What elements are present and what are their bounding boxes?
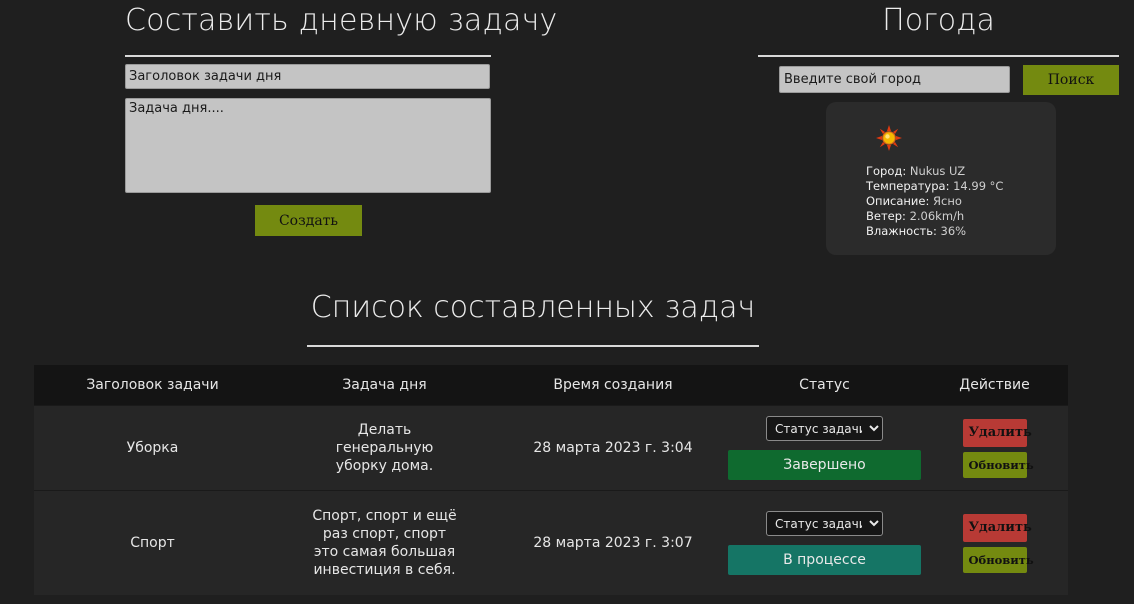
update-button[interactable]: Обновить (962, 546, 1034, 573)
page: Составить дневную задачу Создать Погода … (0, 0, 1134, 604)
weather-city-label: Город: (866, 164, 907, 178)
task-created-cell: 28 марта 2023 г. 3:04 (498, 405, 728, 491)
task-actions-cell: Удалить Обновить (921, 490, 1068, 595)
weather-card: Город: Nukus UZ Температура: 14.99 °C Оп… (826, 102, 1056, 255)
weather-temperature-label: Температура: (866, 179, 950, 193)
column-header-title: Заголовок задачи (34, 365, 271, 406)
table-row: Уборка Делать генеральную уборку дома. 2… (34, 405, 1068, 491)
delete-button[interactable]: Удалить (962, 513, 1032, 542)
task-body-input[interactable] (125, 98, 491, 193)
weather-wind-row: Ветер: 2.06km/h (866, 209, 1003, 224)
task-created-cell: 28 марта 2023 г. 3:07 (498, 490, 728, 595)
status-badge: В процессе (728, 545, 921, 575)
table-row: Спорт Спорт, спорт и ещё раз спорт, спор… (34, 490, 1068, 595)
weather-temperature-row: Температура: 14.99 °C (866, 179, 1003, 194)
weather-city-value: Nukus UZ (909, 164, 966, 178)
column-header-body: Задача дня (271, 365, 498, 406)
delete-button[interactable]: Удалить (962, 418, 1032, 447)
status-select[interactable]: Статус задачи (766, 416, 883, 441)
weather-info: Город: Nukus UZ Температура: 14.99 °C Оп… (866, 164, 1003, 239)
status-select[interactable]: Статус задачи (766, 511, 883, 536)
task-body-text: Спорт, спорт и ещё раз спорт, спорт это … (312, 508, 457, 578)
task-title-cell: Уборка (34, 405, 271, 491)
weather-description-value: Ясно (933, 194, 962, 208)
task-title-cell: Спорт (34, 490, 271, 595)
weather-humidity-value: 36% (940, 224, 967, 238)
task-title-input[interactable] (125, 64, 490, 89)
weather-description-row: Описание: Ясно (866, 194, 1003, 209)
task-list-title: Список составленных задач (310, 290, 756, 325)
task-status-cell: Статус задачи В процессе (728, 490, 921, 595)
weather-city-row: Город: Nukus UZ (866, 164, 1003, 179)
weather-divider (758, 55, 1119, 57)
task-body-cell: Делать генеральную уборку дома. (271, 405, 498, 491)
column-header-status: Статус (728, 365, 921, 406)
task-list-divider (307, 345, 759, 347)
weather-temperature-value: 14.99 °C (953, 179, 1004, 193)
task-status-cell: Статус задачи Завершено (728, 405, 921, 491)
weather-wind-label: Ветер: (866, 209, 906, 223)
create-task-section: Составить дневную задачу Создать (125, 0, 558, 236)
create-button[interactable]: Создать (255, 205, 362, 236)
city-input[interactable] (779, 66, 1010, 93)
table-header-row: Заголовок задачи Задача дня Время создан… (34, 365, 1068, 406)
weather-title: Погода (882, 3, 995, 38)
task-table: Заголовок задачи Задача дня Время создан… (34, 365, 1068, 595)
create-task-title: Составить дневную задачу (125, 3, 558, 38)
search-button[interactable]: Поиск (1023, 65, 1119, 95)
weather-description-label: Описание: (866, 194, 930, 208)
update-button[interactable]: Обновить (962, 451, 1034, 478)
weather-humidity-row: Влажность: 36% (866, 224, 1003, 239)
task-body-text: Делать генеральную уборку дома. (335, 422, 434, 474)
column-header-actions: Действие (921, 365, 1068, 406)
create-task-divider (125, 55, 491, 57)
status-badge: Завершено (728, 450, 921, 480)
weather-section: Погода Поиск Гор (758, 0, 1119, 255)
sun-icon (876, 125, 902, 151)
task-body-cell: Спорт, спорт и ещё раз спорт, спорт это … (271, 490, 498, 595)
weather-wind-value: 2.06km/h (909, 209, 965, 223)
task-actions-cell: Удалить Обновить (921, 405, 1068, 491)
column-header-created: Время создания (498, 365, 728, 406)
weather-humidity-label: Влажность: (866, 224, 937, 238)
